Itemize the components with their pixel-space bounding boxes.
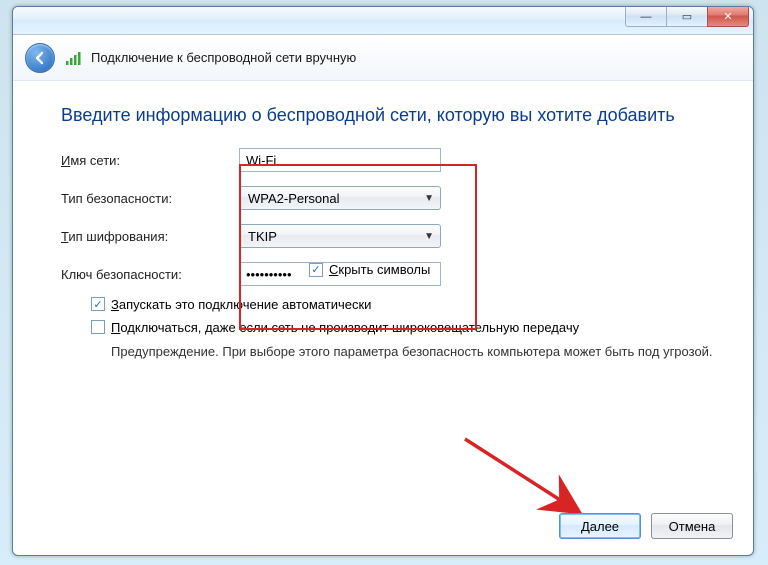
wizard-header: Подключение к беспроводной сети вручную xyxy=(13,35,753,81)
security-type-value: WPA2-Personal xyxy=(248,191,340,206)
warning-text: Предупреждение. При выборе этого парамет… xyxy=(111,343,719,361)
back-button[interactable] xyxy=(25,43,55,73)
cancel-button[interactable]: Отмена xyxy=(651,513,733,539)
label-security-type: Тип безопасности: xyxy=(61,191,239,206)
label-connect-hidden: Подключаться, даже если сеть не производ… xyxy=(111,320,579,335)
page-heading: Введите информацию о беспроводной сети, … xyxy=(61,105,719,126)
label-security-key: Ключ безопасности: xyxy=(61,267,239,282)
minimize-button[interactable]: — xyxy=(625,7,667,27)
label-hide-characters: Скрыть символы xyxy=(329,262,430,277)
network-name-input[interactable] xyxy=(239,148,441,172)
arrow-left-icon xyxy=(32,50,48,66)
auto-connect-checkbox[interactable]: ✓ xyxy=(91,297,105,311)
wizard-content: Введите информацию о беспроводной сети, … xyxy=(13,81,753,361)
titlebar: — ▭ ✕ xyxy=(13,7,753,35)
encryption-type-dropdown[interactable]: TKIP ▼ xyxy=(239,224,441,248)
next-button[interactable]: Далее xyxy=(559,513,641,539)
chevron-down-icon: ▼ xyxy=(424,231,434,242)
security-type-dropdown[interactable]: WPA2-Personal ▼ xyxy=(239,186,441,210)
close-button[interactable]: ✕ xyxy=(707,7,749,27)
label-encryption-type: Тип шифрования: xyxy=(61,229,239,244)
label-auto-connect: Запускать это подключение автоматически xyxy=(111,297,371,312)
chevron-down-icon: ▼ xyxy=(424,193,434,204)
label-network-name: Имя сети: xyxy=(61,153,239,168)
encryption-type-value: TKIP xyxy=(248,229,277,244)
wizard-title: Подключение к беспроводной сети вручную xyxy=(91,50,356,65)
maximize-button[interactable]: ▭ xyxy=(666,7,708,27)
wizard-window: — ▭ ✕ Подключение к беспроводной сети вр… xyxy=(12,6,754,556)
wifi-signal-icon xyxy=(65,50,81,66)
connect-hidden-checkbox[interactable] xyxy=(91,320,105,334)
hide-characters-checkbox[interactable]: ✓ xyxy=(309,263,323,277)
annotation-arrow xyxy=(461,435,601,525)
